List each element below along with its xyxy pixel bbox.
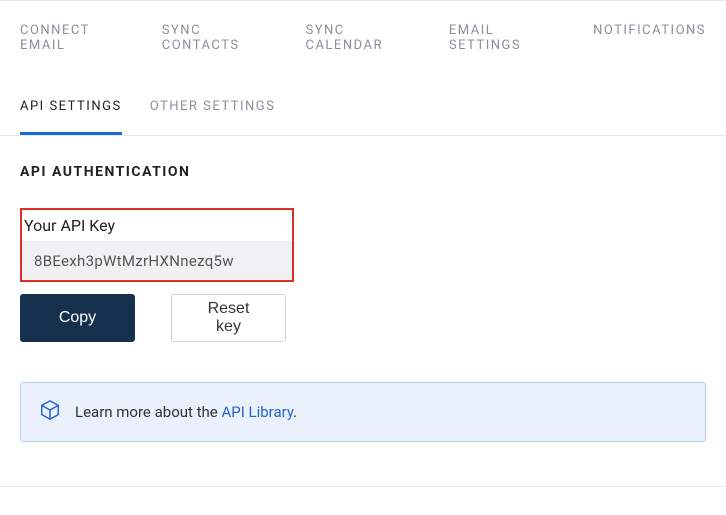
tab-other-settings[interactable]: OTHER SETTINGS (150, 99, 276, 135)
api-key-value: 8BEexh3pWtMzrHXNnezq5w (34, 252, 234, 270)
reset-key-button[interactable]: Reset key (171, 294, 286, 342)
info-text: Learn more about the API Library. (75, 403, 297, 421)
tab-api-settings[interactable]: API SETTINGS (20, 99, 122, 135)
section-title: API AUTHENTICATION (20, 164, 706, 180)
nav-connect-email[interactable]: CONNECT EMAIL (20, 23, 132, 53)
api-key-value-wrap: 8BEexh3pWtMzrHXNnezq5w (22, 241, 292, 280)
copy-button[interactable]: Copy (20, 294, 135, 342)
nav-email-settings[interactable]: EMAIL SETTINGS (449, 23, 563, 53)
info-suffix: . (293, 403, 297, 421)
api-key-label: Your API Key (22, 210, 292, 241)
nav-sync-calendar[interactable]: SYNC CALENDAR (305, 23, 418, 53)
package-icon (39, 399, 61, 425)
info-prefix: Learn more about the (75, 403, 221, 421)
top-nav: CONNECT EMAIL SYNC CONTACTS SYNC CALENDA… (0, 1, 726, 71)
nav-sync-contacts[interactable]: SYNC CONTACTS (162, 23, 276, 53)
info-banner: Learn more about the API Library. (20, 382, 706, 442)
api-library-link[interactable]: API Library (221, 403, 293, 421)
nav-notifications[interactable]: NOTIFICATIONS (593, 23, 706, 53)
sub-nav: API SETTINGS OTHER SETTINGS (0, 71, 726, 136)
button-row: Copy Reset key (20, 294, 706, 342)
content: API AUTHENTICATION Your API Key 8BEexh3p… (0, 136, 726, 462)
api-key-box: Your API Key 8BEexh3pWtMzrHXNnezq5w (20, 208, 294, 282)
